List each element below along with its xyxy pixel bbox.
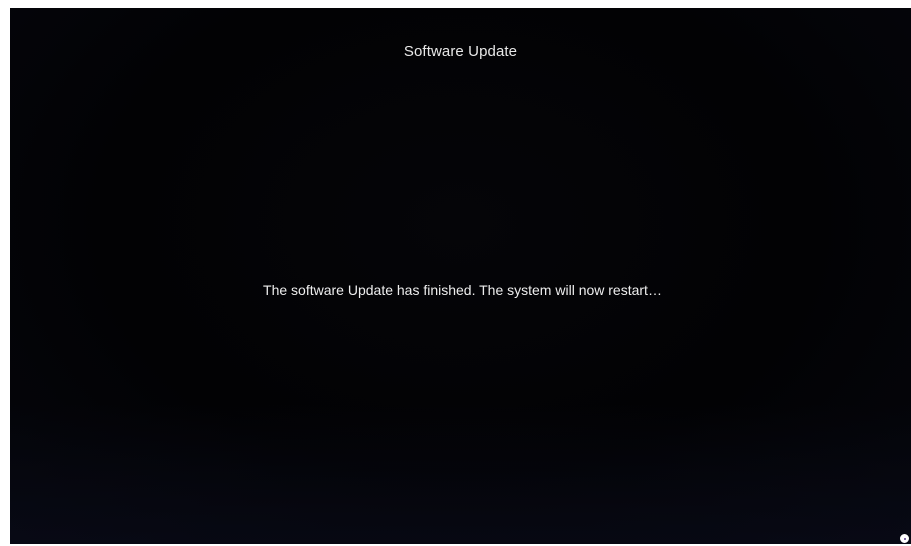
update-screen: Software Update The software Update has … (10, 8, 911, 544)
page-title: Software Update (403, 43, 518, 60)
record-indicator-icon (900, 534, 909, 543)
status-message: The software Update has finished. The sy… (263, 282, 662, 298)
